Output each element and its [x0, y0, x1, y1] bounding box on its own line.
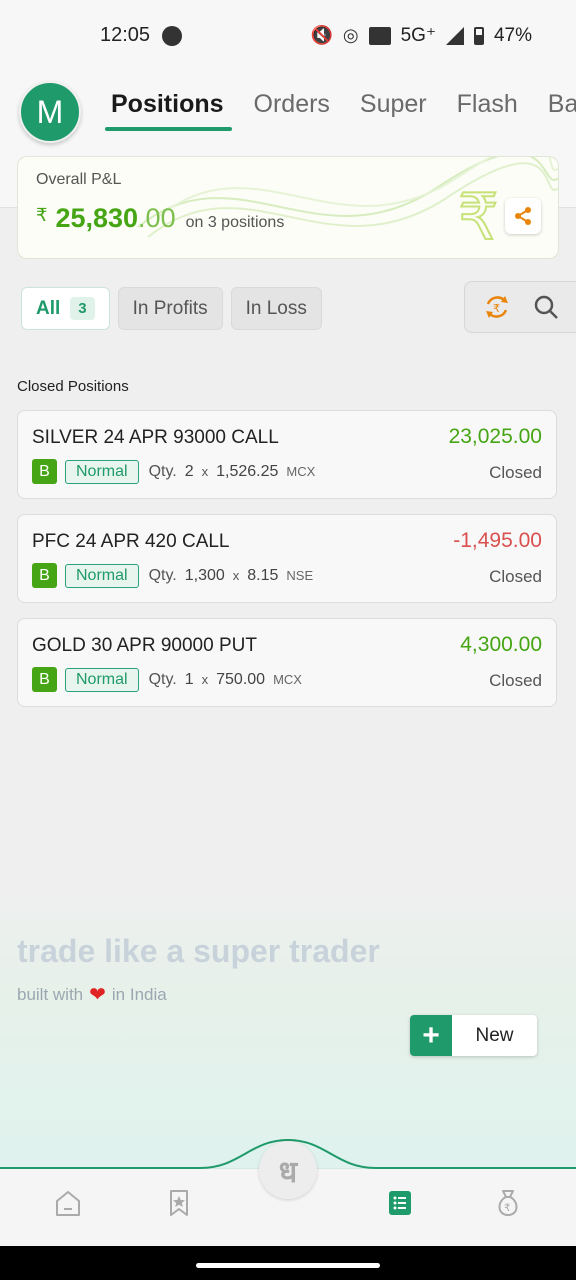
qty-times: x [232, 568, 240, 583]
new-order-button[interactable]: + New [410, 1015, 537, 1056]
network-type: 5G⁺ [400, 25, 436, 46]
position-details: B Normal Qty. 2 x 1,526.25 MCX [32, 459, 315, 484]
exchange-label: MCX [286, 464, 316, 479]
share-button[interactable] [505, 198, 541, 234]
position-status: Closed [489, 671, 542, 690]
tools-panel: ₹ [464, 281, 576, 333]
qty-value: 1,300 [184, 566, 225, 584]
built-with-text: built with ❤ in India [17, 982, 167, 1007]
pnl-amount-int: 25,830 [55, 203, 139, 233]
plus-icon: + [410, 1015, 452, 1056]
position-pnl: -1,495.00 [453, 529, 542, 552]
qty-value: 2 [184, 462, 194, 480]
qty-label: Qty. [148, 566, 177, 584]
tagline: trade like a super trader [17, 933, 380, 969]
heart-icon: ❤ [89, 984, 106, 1006]
position-symbol: GOLD 30 APR 90000 PUT [32, 635, 257, 656]
signal-icon [445, 26, 464, 45]
product-badge: Normal [65, 563, 139, 588]
home-gesture-pill[interactable] [196, 1263, 380, 1268]
filter-all[interactable]: All 3 [21, 287, 110, 330]
side-badge: B [32, 459, 57, 484]
funds-icon[interactable]: ₹ [493, 1188, 523, 1218]
pnl-amount-decimal: .00 [138, 203, 176, 233]
svg-text:₹: ₹ [458, 181, 499, 255]
battery-icon [473, 26, 484, 45]
app-notification-icon [162, 26, 182, 46]
qty-times: x [201, 464, 209, 479]
position-symbol: PFC 24 APR 420 CALL [32, 531, 230, 552]
qty-times: x [201, 672, 209, 687]
qty-label: Qty. [148, 670, 177, 688]
position-card[interactable]: GOLD 30 APR 90000 PUT 4,300.00 B Normal … [17, 618, 557, 707]
side-badge: B [32, 667, 57, 692]
pnl-amount: 25,830.00 [55, 203, 175, 234]
section-title: Closed Positions [17, 378, 129, 395]
exchange-label: NSE [286, 568, 314, 583]
dhan-logo-button[interactable]: ध [259, 1141, 317, 1199]
avatar[interactable]: M [19, 81, 81, 143]
avg-price: 8.15 [247, 566, 279, 584]
home-icon[interactable] [53, 1188, 83, 1218]
filter-all-count: 3 [70, 297, 95, 320]
position-details: B Normal Qty. 1,300 x 8.15 NSE [32, 563, 313, 588]
tab-bar: Positions Orders Super Flash Bas [105, 90, 576, 131]
pnl-value: ₹ 25,830.00 on 3 positions [36, 203, 284, 234]
position-pnl: 4,300.00 [460, 633, 542, 656]
position-pnl: 23,025.00 [448, 425, 542, 448]
overall-pnl-card: ₹ Overall P&L ₹ 25,830.00 on 3 positions [17, 156, 559, 259]
qty-value: 1 [184, 670, 194, 688]
position-filters: All 3 In Profits In Loss [21, 287, 322, 330]
product-badge: Normal [65, 459, 139, 484]
side-badge: B [32, 563, 57, 588]
watchlist-icon[interactable] [164, 1188, 194, 1218]
position-symbol: SILVER 24 APR 93000 CALL [32, 427, 279, 448]
in-india-label: in India [111, 984, 167, 1004]
tab-orders[interactable]: Orders [248, 90, 346, 131]
tab-flash[interactable]: Flash [451, 90, 534, 131]
position-card[interactable]: SILVER 24 APR 93000 CALL 23,025.00 B Nor… [17, 410, 557, 499]
status-time: 12:05 [100, 24, 151, 46]
battery-percent: 47% [493, 24, 532, 46]
position-card[interactable]: PFC 24 APR 420 CALL -1,495.00 B Normal Q… [17, 514, 557, 603]
avg-price: 750.00 [216, 670, 266, 688]
status-indicators: 🔇 ◎ 5G⁺ 47% [310, 24, 532, 47]
pnl-positions-count: on 3 positions [185, 214, 285, 231]
mute-icon: 🔇 [310, 25, 333, 45]
filter-in-loss[interactable]: In Loss [230, 287, 322, 330]
position-details: B Normal Qty. 1 x 750.00 MCX [32, 667, 302, 692]
search-icon[interactable] [533, 294, 559, 320]
rupee-symbol: ₹ [36, 205, 48, 225]
built-with-label: built with [17, 984, 84, 1004]
positions-list-icon[interactable] [385, 1188, 415, 1218]
new-order-label: New [475, 1024, 514, 1046]
share-icon [515, 207, 531, 225]
position-status: Closed [489, 567, 542, 586]
tab-positions[interactable]: Positions [105, 90, 240, 131]
position-status: Closed [489, 463, 542, 482]
tab-baskets[interactable]: Bas [542, 90, 576, 131]
product-badge: Normal [65, 667, 139, 692]
tab-super[interactable]: Super [354, 90, 443, 131]
hotspot-icon: ◎ [342, 25, 359, 45]
qty-label: Qty. [148, 462, 177, 480]
status-bar: 12:05 🔇 ◎ 5G⁺ 47% [0, 0, 576, 72]
pnl-label: Overall P&L [36, 171, 122, 188]
avg-price: 1,526.25 [216, 462, 279, 480]
exchange-label: MCX [273, 672, 302, 687]
filter-all-label: All [36, 297, 61, 319]
svg-text:₹: ₹ [493, 302, 500, 315]
volte-icon [368, 26, 391, 45]
filter-in-profits[interactable]: In Profits [117, 287, 223, 330]
convert-position-icon[interactable]: ₹ [482, 292, 512, 322]
svg-text:₹: ₹ [504, 1203, 510, 1214]
